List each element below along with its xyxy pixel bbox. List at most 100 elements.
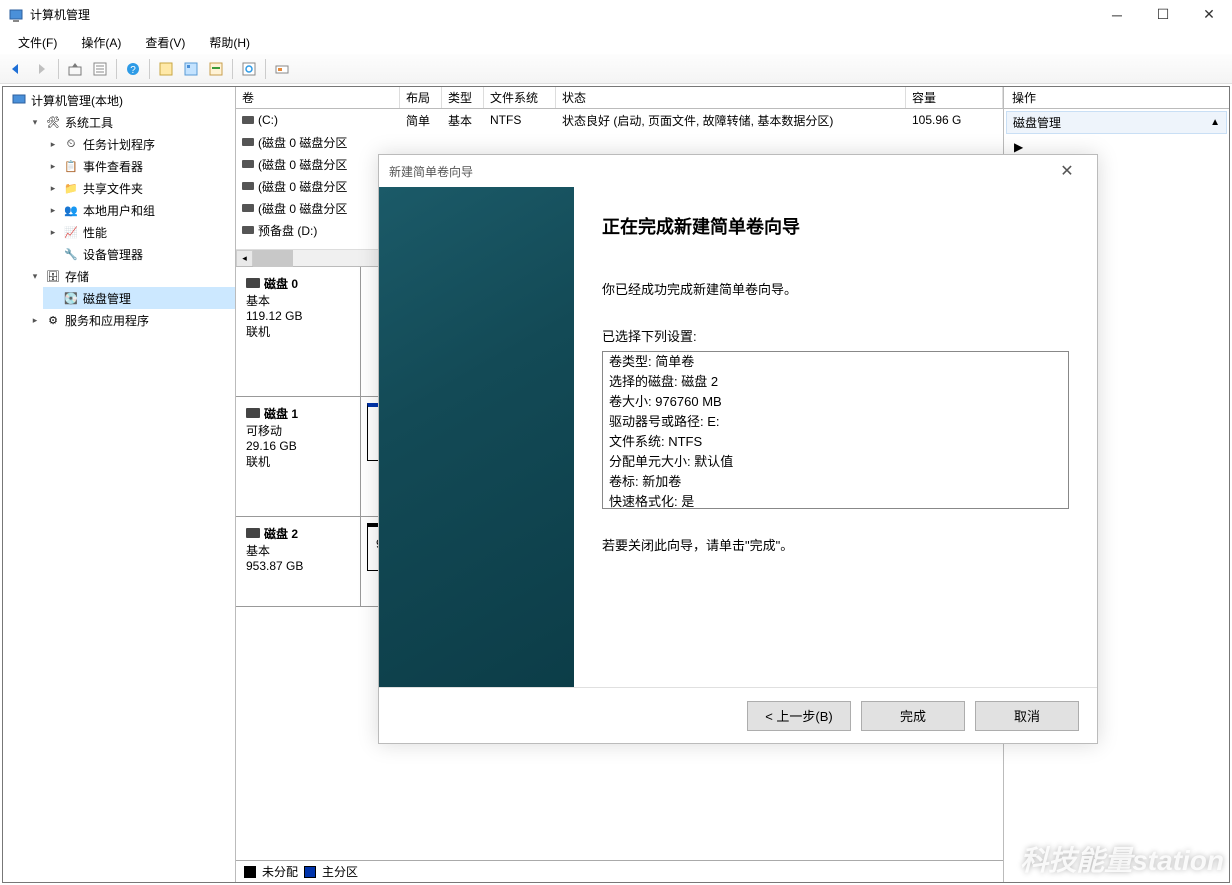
menu-help[interactable]: 帮助(H): [197, 32, 262, 53]
col-capacity[interactable]: 容量: [906, 87, 1003, 108]
col-fs[interactable]: 文件系统: [484, 87, 556, 108]
svg-text:?: ?: [130, 65, 136, 76]
tree-label: 磁盘管理: [83, 290, 131, 307]
wizard-cancel-button[interactable]: 取消: [975, 701, 1079, 731]
window-controls: ─ ☐ ✕: [1094, 0, 1232, 30]
actions-header: 操作: [1004, 87, 1229, 109]
app-icon: [8, 7, 24, 23]
wizard-setting-line: 卷标: 新加卷: [609, 472, 1062, 492]
tree-device-manager[interactable]: 🔧设备管理器: [43, 243, 235, 265]
wizard-setting-line: 分配单元大小: 默认值: [609, 452, 1062, 472]
disk-settings-icon[interactable]: [271, 58, 293, 80]
disk-icon: [246, 528, 260, 538]
minimize-button[interactable]: ─: [1094, 0, 1140, 30]
scroll-left-button[interactable]: ◂: [236, 250, 253, 267]
tree-task-scheduler[interactable]: ▸⏲任务计划程序: [43, 133, 235, 155]
close-button[interactable]: ✕: [1186, 0, 1232, 30]
disk-state: 联机: [246, 323, 350, 340]
col-status[interactable]: 状态: [556, 87, 906, 108]
actions-section[interactable]: 磁盘管理 ▲: [1006, 111, 1227, 134]
tree-shared-folders[interactable]: ▸📁共享文件夹: [43, 177, 235, 199]
wizard-back-button[interactable]: < 上一步(B): [747, 701, 851, 731]
volume-row[interactable]: (磁盘 0 磁盘分区: [236, 131, 1003, 153]
disk-type: 基本: [246, 542, 350, 559]
disk-info: 磁盘 0 基本 119.12 GB 联机: [236, 267, 361, 396]
wizard-setting-line: 选择的磁盘: 磁盘 2: [609, 372, 1062, 392]
tree-performance[interactable]: ▸📈性能: [43, 221, 235, 243]
wizard-title: 新建简单卷向导: [389, 163, 473, 180]
disk-info: 磁盘 2 基本 953.87 GB: [236, 517, 361, 606]
tree-label: 任务计划程序: [83, 136, 155, 153]
col-layout[interactable]: 布局: [400, 87, 442, 108]
wizard-titlebar[interactable]: 新建简单卷向导 ✕: [379, 155, 1097, 187]
view-icon-1[interactable]: [155, 58, 177, 80]
collapse-icon[interactable]: ▾: [29, 271, 41, 282]
level-up-icon[interactable]: [64, 58, 86, 80]
maximize-button[interactable]: ☐: [1140, 0, 1186, 30]
tree-services-apps[interactable]: ▸ ⚙ 服务和应用程序: [25, 309, 235, 331]
wizard-closing-text: 若要关闭此向导，请单击"完成"。: [602, 535, 1069, 554]
expand-icon[interactable]: ▸: [47, 205, 59, 216]
expand-icon[interactable]: ▸: [47, 139, 59, 150]
disk-size: 119.12 GB: [246, 309, 350, 323]
vol-name: 预备盘 (D:): [258, 222, 317, 239]
navigation-tree[interactable]: 计算机管理(本地) ▾ 🛠 系统工具 ▸⏲任务计划程序 ▸📋事件查看器 ▸📁共享…: [3, 87, 236, 882]
vol-status: 状态良好 (启动, 页面文件, 故障转储, 基本数据分区): [556, 112, 906, 129]
disk-state: 联机: [246, 453, 350, 470]
wizard-main: 正在完成新建简单卷向导 你已经成功完成新建简单卷向导。 已选择下列设置: 卷类型…: [574, 187, 1097, 687]
legend-unallocated: 未分配: [262, 863, 298, 880]
col-volume[interactable]: 卷: [236, 87, 400, 108]
collapse-icon[interactable]: ▾: [29, 117, 41, 128]
tree-root[interactable]: 计算机管理(本地): [7, 89, 235, 111]
disk-title: 磁盘 1: [264, 407, 298, 421]
computer-icon: [11, 92, 27, 108]
tree-local-users[interactable]: ▸👥本地用户和组: [43, 199, 235, 221]
scroll-thumb[interactable]: [253, 250, 293, 267]
refresh-icon[interactable]: [238, 58, 260, 80]
vol-name: (C:): [258, 113, 278, 127]
view-icon-3[interactable]: [205, 58, 227, 80]
legend-swatch-primary: [304, 866, 316, 878]
window-title: 计算机管理: [30, 6, 1094, 23]
services-icon: ⚙: [45, 312, 61, 328]
disk-title: 磁盘 0: [264, 277, 298, 291]
titlebar: 计算机管理 ─ ☐ ✕: [0, 0, 1232, 30]
expand-icon[interactable]: ▸: [47, 227, 59, 238]
properties-icon[interactable]: [89, 58, 111, 80]
back-button[interactable]: [6, 58, 28, 80]
event-icon: 📋: [63, 158, 79, 174]
disk-icon: [246, 278, 260, 288]
vol-name: (磁盘 0 磁盘分区: [258, 178, 347, 195]
wizard-finish-button[interactable]: 完成: [861, 701, 965, 731]
expand-icon[interactable]: ▸: [47, 183, 59, 194]
tree-disk-management[interactable]: 💽磁盘管理: [43, 287, 235, 309]
tree-system-tools[interactable]: ▾ 🛠 系统工具: [25, 111, 235, 133]
tree-event-viewer[interactable]: ▸📋事件查看器: [43, 155, 235, 177]
actions-section-label: 磁盘管理: [1013, 114, 1061, 131]
wizard-settings-box[interactable]: 卷类型: 简单卷 选择的磁盘: 磁盘 2 卷大小: 976760 MB 驱动器号…: [602, 351, 1069, 509]
storage-icon: 🗄: [45, 268, 61, 284]
tree-storage[interactable]: ▾ 🗄 存储: [25, 265, 235, 287]
menu-action[interactable]: 操作(A): [69, 32, 133, 53]
disk-size: 953.87 GB: [246, 559, 350, 573]
wizard-dialog: 新建简单卷向导 ✕ 正在完成新建简单卷向导 你已经成功完成新建简单卷向导。 已选…: [378, 154, 1098, 744]
perf-icon: 📈: [63, 224, 79, 240]
disk-icon: 💽: [63, 290, 79, 306]
disk-type: 可移动: [246, 422, 350, 439]
wizard-close-button[interactable]: ✕: [1047, 161, 1087, 181]
wizard-setting-line: 卷类型: 简单卷: [609, 352, 1062, 372]
view-icon-2[interactable]: [180, 58, 202, 80]
menu-file[interactable]: 文件(F): [6, 32, 69, 53]
disk-type: 基本: [246, 292, 350, 309]
volume-icon: [242, 160, 254, 168]
wizard-sidebar-graphic: [379, 187, 574, 687]
disk-size: 29.16 GB: [246, 439, 350, 453]
col-type[interactable]: 类型: [442, 87, 484, 108]
expand-icon[interactable]: ▸: [47, 161, 59, 172]
help-icon[interactable]: ?: [122, 58, 144, 80]
expand-icon[interactable]: ▸: [29, 315, 41, 326]
volume-row[interactable]: (C:) 简单 基本 NTFS 状态良好 (启动, 页面文件, 故障转储, 基本…: [236, 109, 1003, 131]
forward-button[interactable]: [31, 58, 53, 80]
wizard-setting-line: 快速格式化: 是: [609, 492, 1062, 509]
menu-view[interactable]: 查看(V): [133, 32, 197, 53]
